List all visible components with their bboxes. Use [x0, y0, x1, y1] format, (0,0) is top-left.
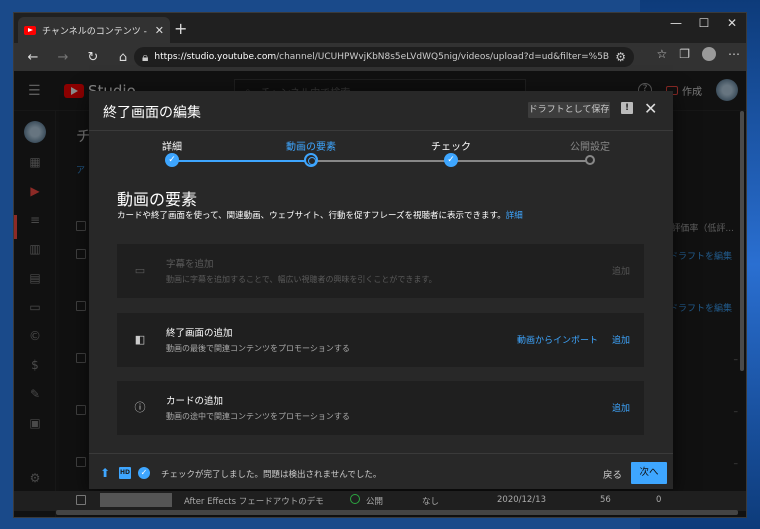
restrictions-value: なし — [422, 497, 440, 507]
divider — [89, 453, 673, 454]
next-button[interactable]: 次へ — [631, 462, 667, 484]
step-details-check-icon[interactable]: ✓ — [165, 153, 179, 167]
card-title: 終了画面の追加 — [166, 328, 233, 339]
section-title: 動画の要素 — [117, 190, 198, 209]
hd-icon: HD — [119, 467, 131, 479]
site-permissions-icon[interactable]: ⚙ — [615, 50, 626, 64]
tab-close-icon[interactable]: ✕ — [155, 24, 164, 37]
card-subtitle: 動画に字幕を追加することで、幅広い視聴者の興味を引くことができます。 — [166, 275, 437, 284]
stepper-line — [451, 160, 590, 162]
more-menu-icon[interactable]: ⋯ — [728, 47, 740, 61]
add-subtitles-button[interactable]: 追加 — [612, 264, 630, 277]
table-row[interactable]: After Effects フェードアウトのデモ 公開 なし 2020/12/1… — [14, 491, 746, 511]
card-subtitle: 動画の途中で関連コンテンツをプロモーションする — [166, 412, 350, 421]
section-description: カードや終了画面を使って、関連動画、ウェブサイト、行動を促すフレーズを視聴者に表… — [117, 211, 523, 221]
subtitles-icon: ▭ — [134, 264, 146, 277]
tab-title: チャンネルのコンテンツ - YouTube Studio — [42, 26, 149, 37]
divider — [89, 130, 673, 131]
import-from-video-button[interactable]: 動画からインポート — [517, 333, 598, 346]
horizontal-scrollbar[interactable] — [56, 510, 738, 515]
card-title: カードの追加 — [166, 396, 224, 407]
video-title[interactable]: After Effects フェードアウトのデモ — [184, 495, 324, 507]
date-value: 2020/12/13 — [497, 495, 546, 505]
row-checkbox[interactable] — [76, 495, 86, 505]
dialog-title: 終了画面の編集 — [103, 105, 201, 121]
info-icon: ⓘ — [134, 401, 146, 414]
lock-icon: 🔒︎ — [142, 49, 149, 64]
home-icon[interactable]: ⌂ — [110, 50, 136, 65]
feedback-icon[interactable]: ! — [621, 102, 633, 114]
url-field[interactable]: 🔒︎ https://studio.youtube.com/channel/UC… — [134, 47, 634, 67]
learn-more-link[interactable]: 詳細 — [506, 211, 523, 221]
add-end-screen-button[interactable]: 追加 — [612, 333, 630, 346]
maximize-button[interactable]: ☐ — [690, 16, 718, 30]
views-value: 56 — [600, 495, 611, 505]
end-screen-icon: ◧ — [134, 333, 146, 346]
add-end-screen-card: ◧ 終了画面の追加 動画の最後で関連コンテンツをプロモーションする 動画からイン… — [117, 313, 644, 367]
vertical-scrollbar[interactable] — [740, 111, 744, 371]
stepper-line — [311, 160, 451, 162]
stepper-line-complete — [172, 160, 311, 162]
step-visibility-label[interactable]: 公開設定 — [560, 138, 620, 153]
step-elements-current-icon[interactable] — [304, 153, 318, 167]
back-arrow-icon[interactable]: ← — [20, 50, 46, 65]
comments-value: 0 — [656, 495, 662, 505]
step-visibility-pending-icon[interactable] — [585, 155, 595, 165]
title-bar: チャンネルのコンテンツ - YouTube Studio ✕ + — ☐ ✕ — [14, 13, 746, 43]
forward-arrow-icon[interactable]: → — [50, 50, 76, 65]
add-cards-card: ⓘ カードの追加 動画の途中で関連コンテンツをプロモーションする 追加 — [117, 381, 644, 435]
profile-avatar[interactable] — [702, 47, 716, 61]
checks-complete-icon: ✓ — [138, 467, 150, 479]
card-title: 字幕を追加 — [166, 259, 214, 270]
add-subtitles-card: ▭ 字幕を追加 動画に字幕を追加することで、幅広い視聴者の興味を引くことができま… — [117, 244, 644, 298]
end-screen-editor-dialog: 終了画面の編集 ドラフトとして保存 ! ✕ 詳細 動画の要素 チェック 公開設定… — [89, 91, 673, 489]
step-checks-check-icon[interactable]: ✓ — [444, 153, 458, 167]
card-subtitle: 動画の最後で関連コンテンツをプロモーションする — [166, 344, 350, 353]
browser-window: チャンネルのコンテンツ - YouTube Studio ✕ + — ☐ ✕ ←… — [13, 12, 747, 518]
browser-tab[interactable]: チャンネルのコンテンツ - YouTube Studio ✕ — [18, 17, 170, 43]
step-elements-label[interactable]: 動画の要素 — [281, 138, 341, 153]
new-tab-button[interactable]: + — [174, 19, 187, 38]
save-draft-button[interactable]: ドラフトとして保存 — [528, 102, 610, 118]
add-cards-button[interactable]: 追加 — [612, 401, 630, 414]
browser-toolbar-right: ☆ ❐ ⋯ — [656, 47, 740, 61]
video-thumbnail[interactable] — [100, 493, 172, 507]
status-message: チェックが完了しました。問題は検出されませんでした。 — [161, 470, 382, 480]
visibility-eye-icon — [350, 494, 360, 504]
visibility-value: 公開 — [366, 497, 384, 507]
close-icon[interactable]: ✕ — [644, 99, 657, 118]
url-text: https://studio.youtube.com/channel/UCUHP… — [154, 52, 610, 62]
refresh-icon[interactable]: ↻ — [80, 50, 106, 65]
close-window-button[interactable]: ✕ — [718, 16, 746, 30]
back-button[interactable]: 戻る — [603, 467, 622, 481]
minimize-button[interactable]: — — [662, 16, 690, 30]
collections-icon[interactable]: ❐ — [679, 47, 690, 61]
step-checks-label[interactable]: チェック — [421, 138, 481, 153]
favorites-star-icon[interactable]: ☆ — [656, 47, 667, 61]
step-details-label[interactable]: 詳細 — [152, 138, 192, 153]
upload-icon: ⬆ — [100, 466, 111, 480]
address-bar: ← → ↻ ⌂ 🔒︎ https://studio.youtube.com/ch… — [14, 43, 746, 71]
youtube-favicon-icon — [24, 25, 36, 35]
